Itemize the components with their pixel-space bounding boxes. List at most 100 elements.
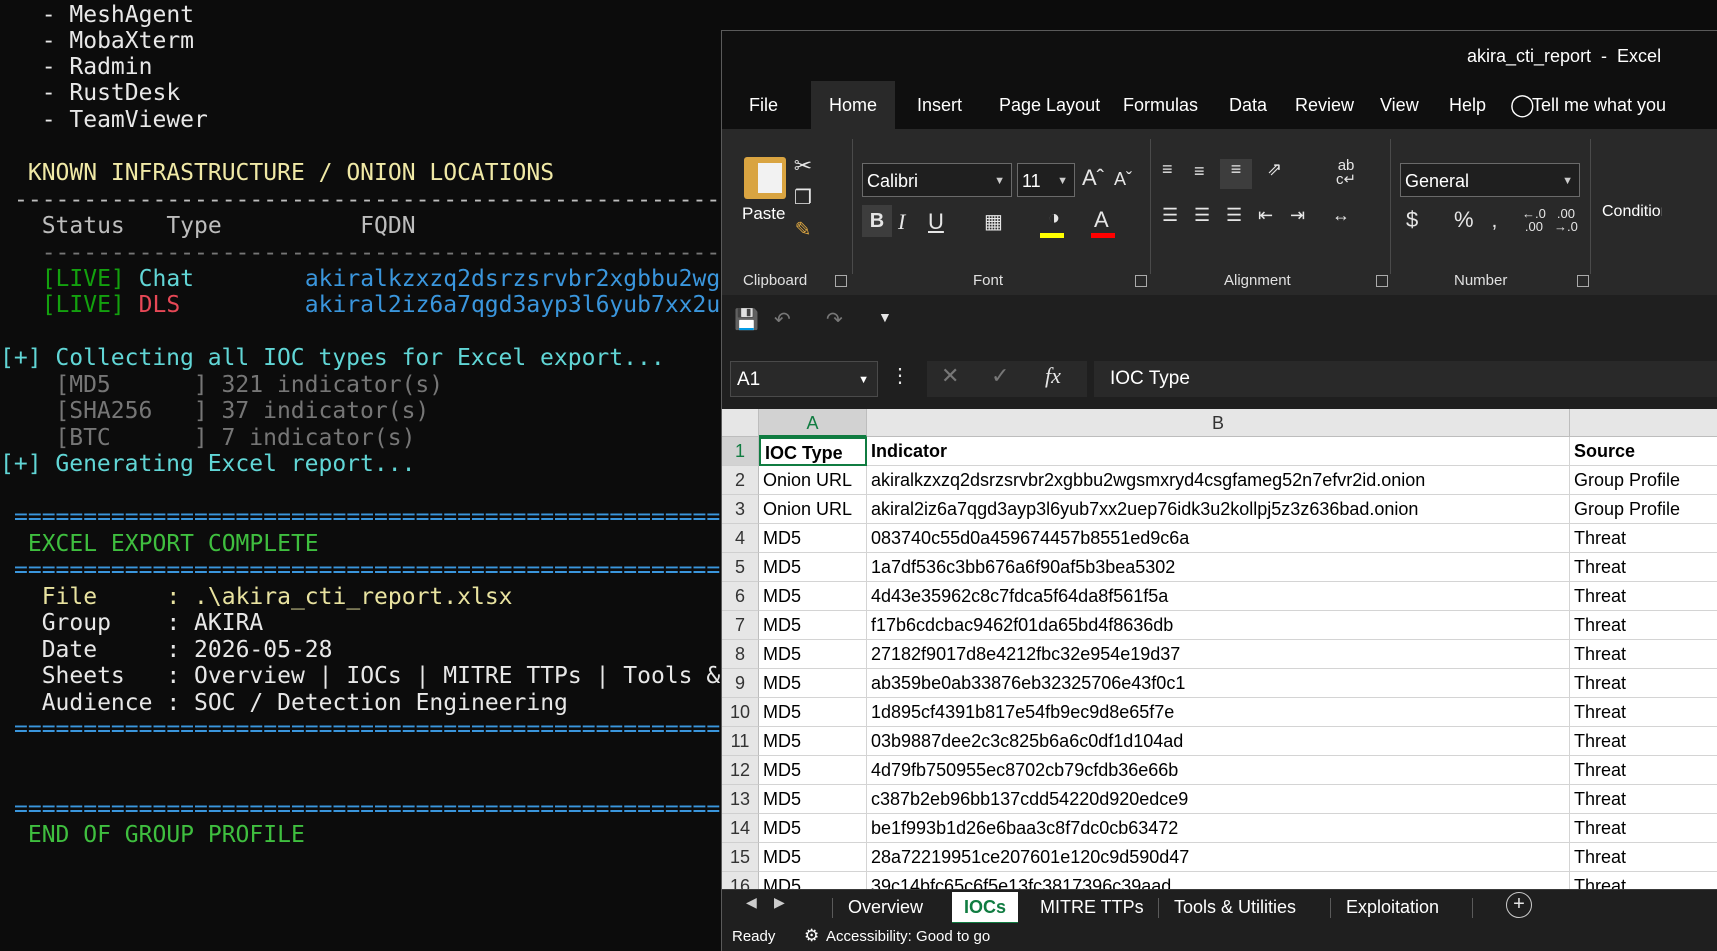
conditional-formatting-button[interactable]: Conditional Formatting — [1602, 203, 1662, 221]
excel-window[interactable]: akira_cti_report - Excel File Home Inser… — [721, 30, 1717, 951]
align-top-icon[interactable]: ≡ — [1162, 159, 1173, 180]
customize-qat-icon[interactable]: ▼ — [878, 309, 892, 325]
row-header[interactable]: 5 — [722, 553, 759, 582]
orientation-icon[interactable]: ⇗ — [1267, 159, 1282, 180]
cut-icon[interactable]: ✂ — [790, 153, 816, 179]
accessibility-icon[interactable]: ⚙ — [804, 926, 819, 946]
dialog-launcher-icon[interactable] — [835, 275, 847, 287]
cell-source[interactable]: Threat — [1570, 524, 1717, 553]
percent-icon[interactable]: % — [1454, 207, 1474, 233]
paste-button[interactable]: Paste — [742, 204, 785, 224]
sheet-tab-mitre[interactable]: MITRE TTPs — [1028, 892, 1156, 922]
save-icon[interactable]: 💾 — [734, 307, 759, 332]
format-painter-icon[interactable]: ✎ — [790, 217, 816, 242]
row-header[interactable]: 9 — [722, 669, 759, 698]
row-header[interactable]: 10 — [722, 698, 759, 727]
copy-icon[interactable]: ❐ — [790, 185, 816, 210]
font-color-icon[interactable]: A — [1094, 207, 1109, 233]
cell-indicator[interactable]: 4d43e35962c8c7fdca5f64da8f561f5a — [867, 582, 1570, 611]
sheet-tab-exploitation[interactable]: Exploitation — [1334, 892, 1451, 922]
dialog-launcher-icon[interactable] — [1135, 275, 1147, 287]
cell-source[interactable]: Threat — [1570, 640, 1717, 669]
decrease-font-icon[interactable]: Aˇ — [1114, 169, 1132, 190]
row-header[interactable]: 12 — [722, 756, 759, 785]
decrease-decimal-icon[interactable]: .00 →.0 — [1554, 207, 1578, 233]
merge-center-icon[interactable]: ↔ — [1332, 205, 1350, 226]
row-header[interactable]: 13 — [722, 785, 759, 814]
cell-b1[interactable]: Indicator — [867, 437, 1570, 466]
cell-indicator[interactable]: 083740c55d0a459674457b8551ed9c6a — [867, 524, 1570, 553]
font-name-dropdown[interactable]: Calibri ▼ — [862, 163, 1012, 197]
cell-ioc-type[interactable]: MD5 — [759, 611, 867, 640]
align-center-icon[interactable]: ☰ — [1194, 205, 1210, 226]
row-header[interactable]: 1 — [722, 437, 759, 466]
cell-indicator[interactable]: 03b9887dee2c3c825b6a6c0df1d104ad — [867, 727, 1570, 756]
cell-source[interactable]: Threat — [1570, 669, 1717, 698]
cell-indicator[interactable]: c387b2eb96bb137cdd54220d920edce9 — [867, 785, 1570, 814]
italic-button[interactable]: I — [898, 209, 905, 235]
cell-indicator[interactable]: 4d79fb750955ec8702cb79cfdb36e66b — [867, 756, 1570, 785]
cell-indicator[interactable]: be1f993b1d26e6baa3c8f7dc0cb63472 — [867, 814, 1570, 843]
cell-source[interactable]: Threat — [1570, 814, 1717, 843]
align-middle-icon[interactable]: ≡ — [1194, 161, 1205, 182]
cell-ioc-type[interactable]: Onion URL — [759, 495, 867, 524]
sheet-tab-iocs[interactable]: IOCs — [952, 892, 1019, 924]
cell-ioc-type[interactable]: MD5 — [759, 756, 867, 785]
row-header[interactable]: 3 — [722, 495, 759, 524]
sheet-tab-overview[interactable]: Overview — [836, 892, 935, 922]
cell-ioc-type[interactable]: MD5 — [759, 727, 867, 756]
cell-source[interactable]: Threat — [1570, 611, 1717, 640]
cell-indicator[interactable]: akiral2iz6a7qgd3ayp3l6yub7xx2uep76idk3u2… — [867, 495, 1570, 524]
column-header-a[interactable]: A — [759, 409, 867, 437]
cell-ioc-type[interactable]: MD5 — [759, 553, 867, 582]
increase-decimal-icon[interactable]: ←.0.00 — [1522, 207, 1546, 233]
cell-a1[interactable]: IOC Type — [759, 437, 867, 466]
cell-ioc-type[interactable]: MD5 — [759, 582, 867, 611]
increase-indent-icon[interactable]: ⇥ — [1290, 205, 1305, 226]
cell-indicator[interactable]: 1a7df536c3bb676a6f90af5b3bea5302 — [867, 553, 1570, 582]
column-header-c[interactable] — [1570, 409, 1717, 437]
tab-data[interactable]: Data — [1211, 81, 1285, 129]
cell-source[interactable]: Threat — [1570, 698, 1717, 727]
cell-ioc-type[interactable]: MD5 — [759, 814, 867, 843]
cell-ioc-type[interactable]: MD5 — [759, 669, 867, 698]
cell-ioc-type[interactable]: MD5 — [759, 640, 867, 669]
formula-input[interactable]: IOC Type — [1094, 361, 1717, 397]
comma-style-icon[interactable]: ‚ — [1492, 207, 1497, 233]
worksheet-grid[interactable]: A B 1 IOC Type Indicator Source 2 Onion U… — [722, 409, 1717, 901]
tab-insert[interactable]: Insert — [899, 81, 980, 129]
cell-source[interactable]: Threat — [1570, 756, 1717, 785]
cancel-icon[interactable]: ✕ — [941, 363, 959, 389]
name-box[interactable]: A1 ▼ — [730, 361, 878, 397]
align-right-icon[interactable]: ☰ — [1226, 205, 1242, 226]
tab-review[interactable]: Review — [1277, 81, 1372, 129]
row-header[interactable]: 15 — [722, 843, 759, 872]
cell-source[interactable]: Threat — [1570, 727, 1717, 756]
scroll-left-icon[interactable]: ◀ — [746, 894, 757, 911]
tab-view[interactable]: View — [1362, 81, 1437, 129]
cell-indicator[interactable]: 27182f9017d8e4212fbc32e954e19d37 — [867, 640, 1570, 669]
bold-button[interactable]: B — [862, 205, 892, 237]
row-header[interactable]: 8 — [722, 640, 759, 669]
tab-file[interactable]: File — [731, 81, 796, 129]
tell-me-search[interactable]: Tell me what you want to do — [1514, 81, 1717, 163]
align-left-icon[interactable]: ☰ — [1162, 205, 1178, 226]
tab-home[interactable]: Home — [811, 81, 896, 129]
cell-source[interactable]: Threat — [1570, 553, 1717, 582]
cell-source[interactable]: Threat — [1570, 582, 1717, 611]
cell-source[interactable]: Group Profile — [1570, 495, 1717, 524]
cell-indicator[interactable]: akiralkzxzq2dsrzsrvbr2xgbbu2wgsmxryd4csg… — [867, 466, 1570, 495]
dialog-launcher-icon[interactable] — [1577, 275, 1589, 287]
underline-button[interactable]: U — [928, 209, 944, 235]
insert-function-icon[interactable]: fx — [1045, 363, 1061, 389]
enter-icon[interactable]: ✓ — [991, 363, 1009, 389]
cell-c1[interactable]: Source — [1570, 437, 1717, 466]
select-all-corner[interactable] — [722, 409, 759, 437]
cell-indicator[interactable]: 1d895cf4391b817e54fb9ec9d8e65f7e — [867, 698, 1570, 727]
row-header[interactable]: 2 — [722, 466, 759, 495]
column-header-b[interactable]: B — [867, 409, 1570, 437]
tab-formulas[interactable]: Formulas — [1105, 81, 1216, 129]
decrease-indent-icon[interactable]: ⇤ — [1258, 205, 1273, 226]
cell-ioc-type[interactable]: MD5 — [759, 524, 867, 553]
add-sheet-icon[interactable]: + — [1506, 892, 1532, 918]
